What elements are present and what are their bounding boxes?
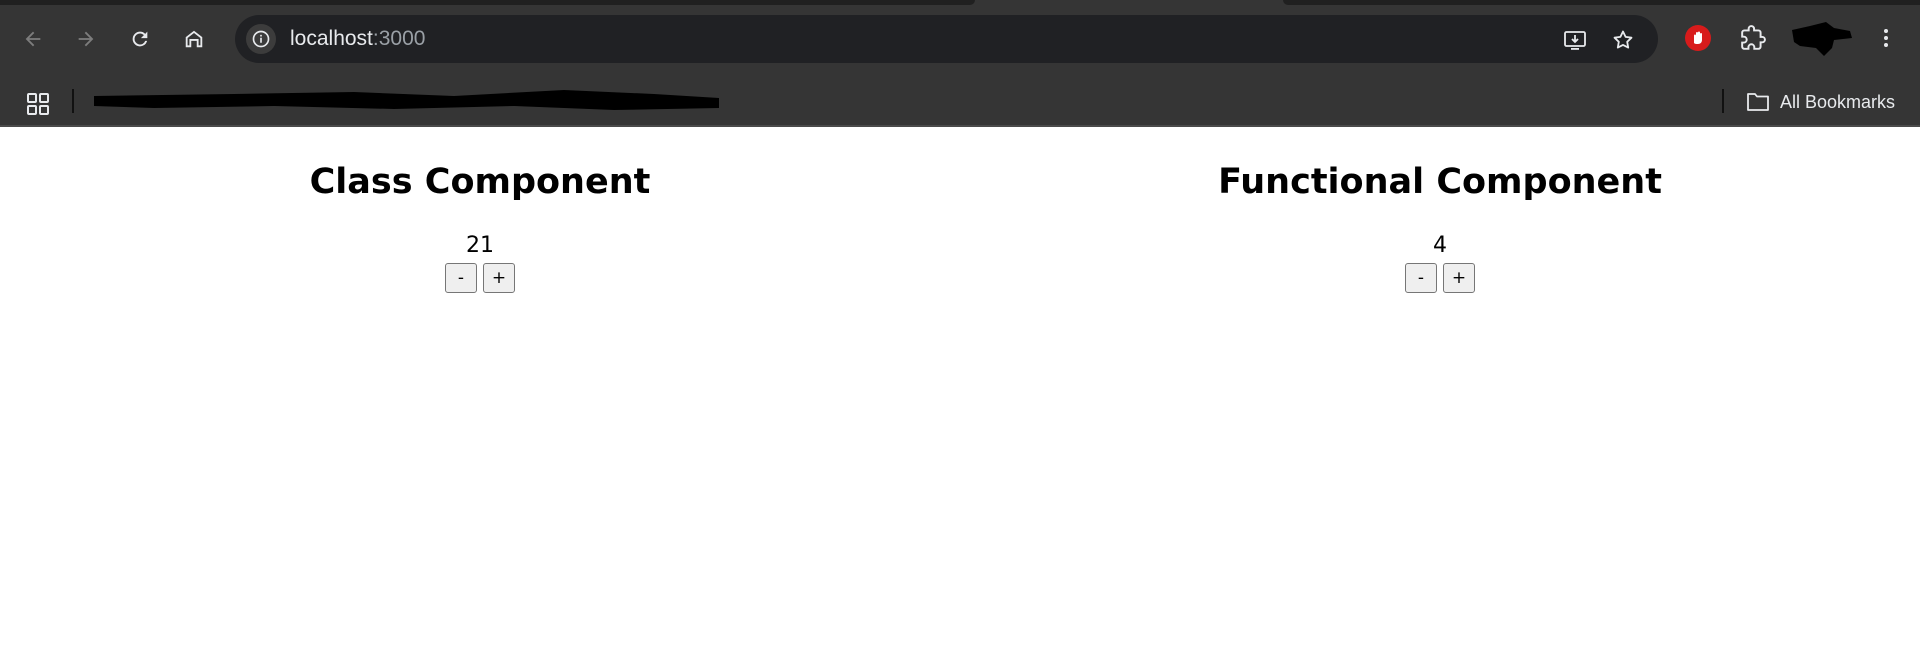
reload-button[interactable] (121, 20, 159, 58)
extensions-button[interactable] (1737, 22, 1769, 54)
functional-component-section: Functional Component 4 - + (960, 157, 1920, 293)
bookmark-star-button[interactable] (1610, 27, 1636, 53)
counter-controls: - + (960, 263, 1920, 293)
adblock-extension-button[interactable] (1682, 22, 1714, 54)
browser-menu-button[interactable] (1870, 22, 1902, 54)
section-heading: Class Component (309, 162, 651, 202)
site-info-button[interactable] (246, 24, 276, 54)
apps-grid-icon[interactable] (26, 92, 50, 116)
tab-strip (0, 0, 1920, 5)
inactive-tab-edge[interactable] (0, 0, 975, 5)
address-bar[interactable]: localhost:3000 (235, 15, 1658, 63)
browser-window: localhost:3000 All Bookmarks Class Compo… (0, 0, 1920, 672)
bookmark-star-icon (1613, 30, 1633, 49)
install-app-button[interactable] (1562, 27, 1588, 53)
decrement-button[interactable]: - (445, 263, 477, 293)
back-button[interactable] (14, 20, 52, 58)
menu-kebab-icon (1884, 29, 1888, 47)
site-info-icon (252, 30, 270, 48)
counter-value: 4 (1433, 233, 1447, 258)
inactive-tab-edge[interactable] (1283, 0, 1920, 5)
bookmarks-separator (1722, 89, 1724, 113)
url-host: localhost (290, 27, 373, 50)
counter-controls: - + (0, 263, 960, 293)
forward-button[interactable] (67, 20, 105, 58)
back-arrow-icon (25, 31, 41, 47)
profile-avatar-icon (1792, 22, 1852, 56)
profile-button[interactable] (1790, 22, 1856, 56)
bookmarks-bar: All Bookmarks (0, 79, 1920, 127)
extensions-puzzle-icon (1741, 25, 1766, 50)
home-button[interactable] (175, 20, 213, 58)
counter-value: 21 (466, 233, 494, 258)
browser-toolbar: localhost:3000 (0, 0, 1920, 79)
decrement-button[interactable]: - (1405, 263, 1437, 293)
section-heading: Functional Component (1218, 162, 1662, 202)
class-component-section: Class Component 21 - + (0, 157, 960, 293)
all-bookmarks-button[interactable]: All Bookmarks (1746, 89, 1895, 115)
bookmarks-separator (72, 89, 74, 113)
home-icon (185, 30, 203, 48)
url-text[interactable]: localhost:3000 (290, 27, 425, 51)
redacted-bookmarks (94, 90, 719, 110)
increment-button[interactable]: + (1443, 263, 1475, 293)
adblock-hand-icon (1685, 25, 1711, 51)
install-app-icon (1564, 31, 1586, 50)
forward-arrow-icon (78, 31, 94, 47)
increment-button[interactable]: + (483, 263, 515, 293)
folder-icon (1747, 93, 1769, 111)
page-content: Class Component 21 - + Functional Compon… (0, 127, 1920, 672)
all-bookmarks-label: All Bookmarks (1780, 91, 1896, 112)
url-port: :3000 (372, 27, 426, 50)
reload-icon (132, 31, 148, 47)
